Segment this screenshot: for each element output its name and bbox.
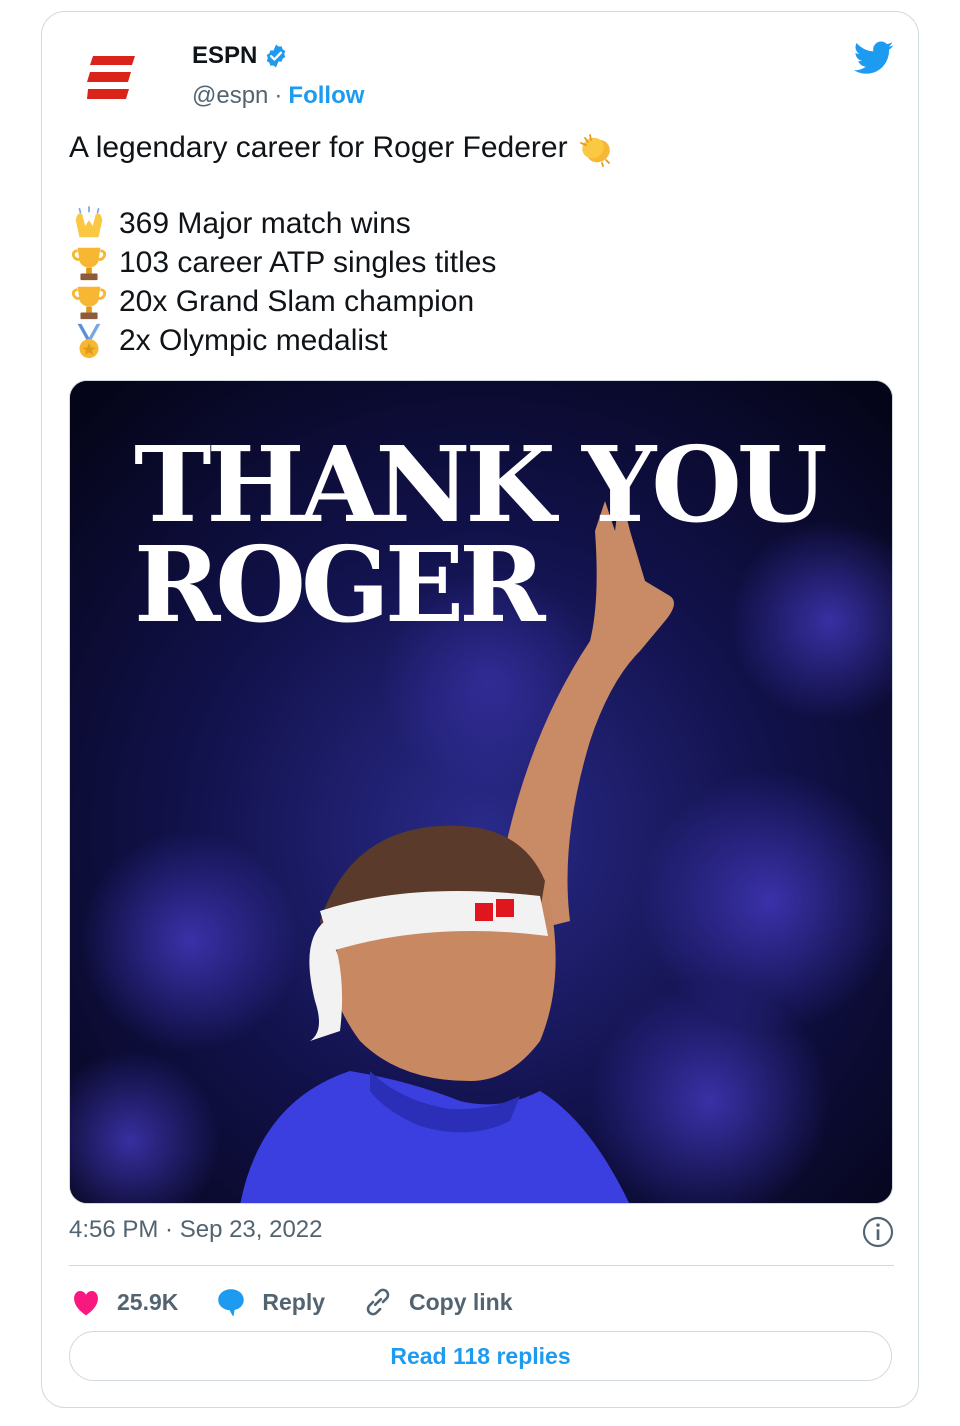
image-text-line1: THANK YOU <box>134 423 828 546</box>
like-button[interactable]: 25.9K <box>69 1285 178 1319</box>
stat-line: 103 career ATP singles titles <box>69 243 889 282</box>
handle-row: @espn · Follow <box>192 82 364 110</box>
espn-e-icon <box>87 56 135 99</box>
heart-icon <box>74 1291 98 1316</box>
stat-text: 369 Major match wins <box>119 207 411 240</box>
account-name-row: ESPN <box>192 42 289 70</box>
image-text-line2: ROGER <box>134 523 546 646</box>
clapping-hands-icon <box>576 128 616 167</box>
raising-hands-icon <box>69 204 109 243</box>
reply-label: Reply <box>262 1288 326 1315</box>
follow-button[interactable]: Follow <box>288 82 364 110</box>
divider <box>69 1265 894 1266</box>
info-icon[interactable] <box>862 1216 894 1248</box>
tweet-body: A legendary career for Roger Federer 369… <box>69 128 889 360</box>
tweet-intro-line: A legendary career for Roger Federer <box>69 128 889 167</box>
tweet-card: ESPN @espn · Follow A legendary career f… <box>41 11 919 1408</box>
verified-badge-icon <box>267 44 286 68</box>
sports-medal-icon <box>69 321 109 360</box>
link-icon <box>366 1288 390 1316</box>
stat-line: 20x Grand Slam champion <box>69 282 889 321</box>
reply-button[interactable]: Reply <box>214 1285 325 1319</box>
tweet-image[interactable]: THANK YOU ROGER <box>69 380 893 1204</box>
copy-link-button[interactable]: Copy link <box>361 1285 513 1319</box>
account-handle[interactable]: @espn <box>192 82 268 110</box>
like-count: 25.9K <box>117 1288 179 1315</box>
stat-line: 369 Major match wins <box>69 204 889 243</box>
separator-dot: · <box>274 82 283 109</box>
tweet-header: ESPN @espn · Follow <box>82 40 894 110</box>
reply-bubble-icon <box>218 1289 245 1316</box>
tweet-intro-text: A legendary career for Roger Federer <box>69 131 568 164</box>
tweet-actions: 25.9K Reply Copy link <box>69 1282 549 1322</box>
twitter-bird-icon[interactable] <box>854 40 894 76</box>
trophy-icon <box>69 243 109 282</box>
stat-line: 2x Olympic medalist <box>69 321 889 360</box>
stat-text: 103 career ATP singles titles <box>119 246 497 279</box>
line-spacer <box>69 167 889 204</box>
stat-text: 20x Grand Slam champion <box>119 285 475 318</box>
trophy-icon <box>69 282 109 321</box>
read-replies-button[interactable]: Read 118 replies <box>69 1331 892 1381</box>
tweet-timestamp[interactable]: 4:56 PM · Sep 23, 2022 <box>69 1216 323 1244</box>
stat-text: 2x Olympic medalist <box>119 324 388 357</box>
copy-link-label: Copy link <box>409 1288 513 1315</box>
image-overlay-text: THANK YOU ROGER <box>134 423 828 646</box>
espn-logo[interactable] <box>82 48 142 108</box>
account-name[interactable]: ESPN <box>192 42 257 70</box>
